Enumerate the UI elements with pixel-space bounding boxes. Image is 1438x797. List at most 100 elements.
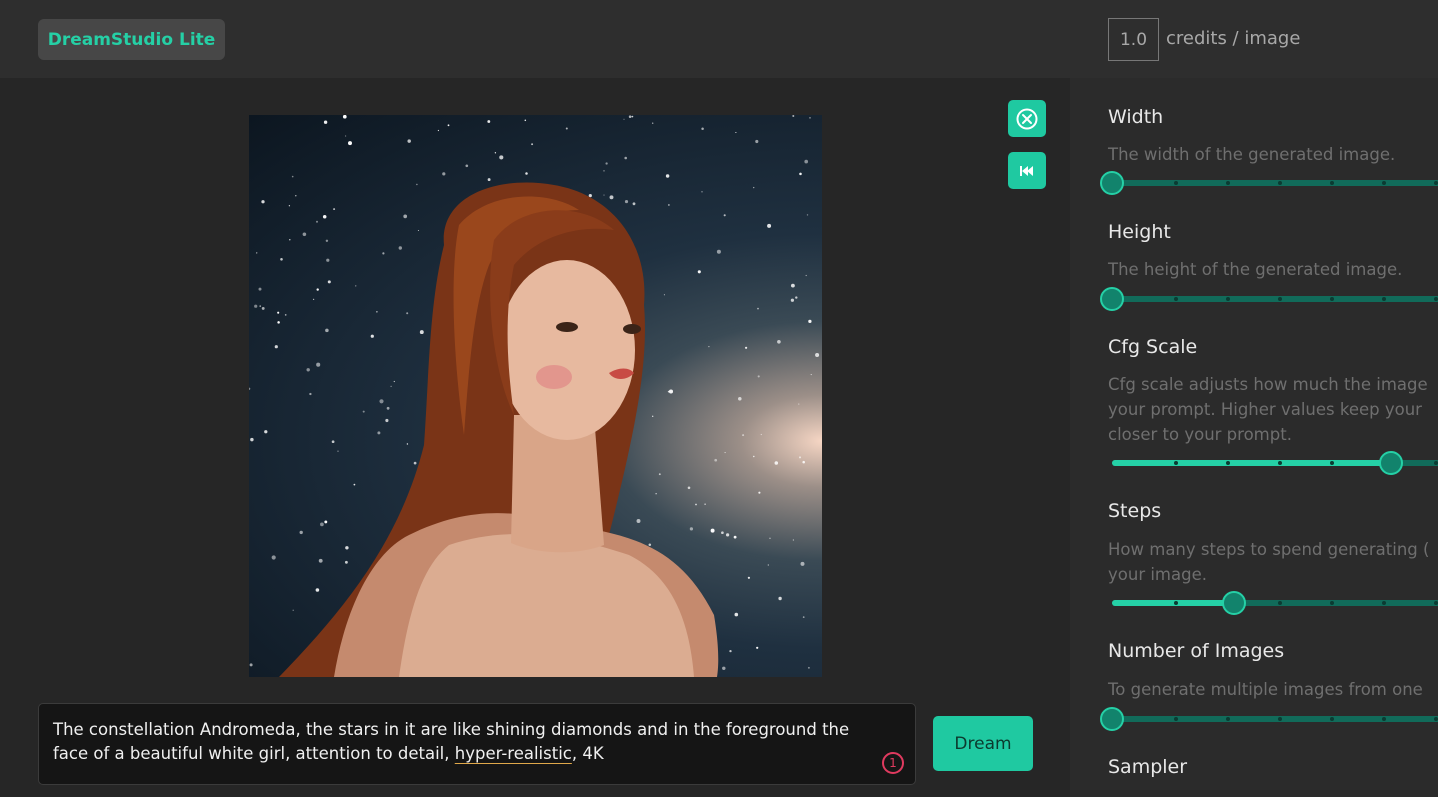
star <box>738 397 742 401</box>
prompt-input[interactable]: The constellation Andromeda, the stars i… <box>38 703 916 785</box>
number-of-images-slider[interactable] <box>1100 707 1438 731</box>
credits-per-image-value: 1.0 <box>1108 18 1159 61</box>
width-slider[interactable] <box>1100 171 1438 195</box>
slider-handle[interactable] <box>1100 707 1124 731</box>
star <box>274 345 278 349</box>
star <box>316 288 319 291</box>
star <box>753 455 755 458</box>
star <box>631 115 634 118</box>
slider-tick <box>1174 717 1178 721</box>
prompt-text-a: face of a beautiful white girl, attentio… <box>53 744 455 763</box>
width-description: The width of the generated image. <box>1108 145 1396 164</box>
star <box>413 461 417 465</box>
right-eye <box>623 324 641 334</box>
star <box>609 195 614 200</box>
star <box>687 486 691 490</box>
star <box>624 200 629 204</box>
star <box>734 612 739 617</box>
star <box>322 214 327 219</box>
slider-handle[interactable] <box>1100 287 1124 311</box>
app-title-button[interactable]: DreamStudio Lite <box>38 19 225 60</box>
steps-slider[interactable] <box>1112 591 1438 615</box>
cfg-scale-description-3: closer to your prompt. <box>1108 425 1292 444</box>
generated-image[interactable] <box>249 115 822 677</box>
star <box>362 410 365 413</box>
star <box>416 183 418 186</box>
star <box>733 535 737 539</box>
star <box>406 312 409 315</box>
spelling-flag[interactable]: hyper-realistic <box>455 744 572 763</box>
slider-tick <box>1330 181 1334 185</box>
star <box>708 345 710 348</box>
height-description: The height of the generated image. <box>1108 260 1403 279</box>
star <box>755 139 759 144</box>
star <box>250 437 254 442</box>
slider-tick <box>1382 297 1386 301</box>
star <box>777 339 781 344</box>
star <box>815 352 820 358</box>
star <box>342 115 347 119</box>
star <box>710 528 715 533</box>
cancel-button[interactable] <box>1008 100 1046 137</box>
slider-tick <box>1278 717 1282 721</box>
star <box>714 458 718 462</box>
star <box>722 666 726 671</box>
slider-tick <box>1174 297 1178 301</box>
star <box>353 483 356 486</box>
height-slider[interactable] <box>1100 287 1438 311</box>
history-back-button[interactable] <box>1008 152 1046 189</box>
star <box>385 418 389 423</box>
star <box>808 319 812 324</box>
sampler-title: Sampler <box>1108 756 1188 778</box>
star <box>419 330 424 335</box>
star <box>306 368 310 372</box>
slider-handle[interactable] <box>1100 171 1124 195</box>
slider-tick <box>1382 717 1386 721</box>
face-shape <box>499 260 635 440</box>
star <box>292 609 294 611</box>
slider-handle[interactable] <box>1222 591 1247 615</box>
star <box>697 270 701 274</box>
star <box>735 131 737 134</box>
star <box>807 666 810 669</box>
star <box>249 663 253 667</box>
star <box>261 306 265 310</box>
star <box>809 117 811 119</box>
star <box>663 294 665 296</box>
star <box>261 200 265 204</box>
prompt-issue-badge[interactable]: 1 <box>882 752 904 774</box>
star <box>264 430 268 434</box>
dream-button[interactable]: Dream <box>933 716 1033 771</box>
steps-description-2: your image. <box>1108 565 1207 584</box>
star <box>277 321 280 324</box>
width-title: Width <box>1108 106 1164 128</box>
prompt-line-1: The constellation Andromeda, the stars i… <box>53 720 850 739</box>
star <box>406 443 409 445</box>
slider-tick <box>1434 297 1438 301</box>
star <box>348 141 352 146</box>
star <box>379 399 384 404</box>
settings-panel: Width The width of the generated image. … <box>1070 78 1438 797</box>
star <box>318 558 323 563</box>
slider-tick <box>1174 181 1178 185</box>
star <box>403 214 408 219</box>
star <box>344 560 348 564</box>
star <box>316 220 318 223</box>
cfg-scale-slider[interactable] <box>1112 451 1438 475</box>
star <box>792 539 795 541</box>
slider-tick <box>1278 601 1282 605</box>
star <box>795 296 798 299</box>
star <box>701 191 703 193</box>
star <box>756 646 759 649</box>
star <box>370 334 374 338</box>
star <box>376 310 378 313</box>
star <box>744 346 748 349</box>
number-of-images-title: Number of Images <box>1108 640 1285 662</box>
number-of-images-description: To generate multiple images from one <box>1108 680 1423 699</box>
star <box>447 124 450 127</box>
slider-handle[interactable] <box>1378 451 1403 475</box>
cfg-scale-description-2: your prompt. Higher values keep your <box>1108 400 1422 419</box>
star <box>774 461 779 465</box>
star <box>337 450 339 452</box>
star <box>757 375 760 378</box>
